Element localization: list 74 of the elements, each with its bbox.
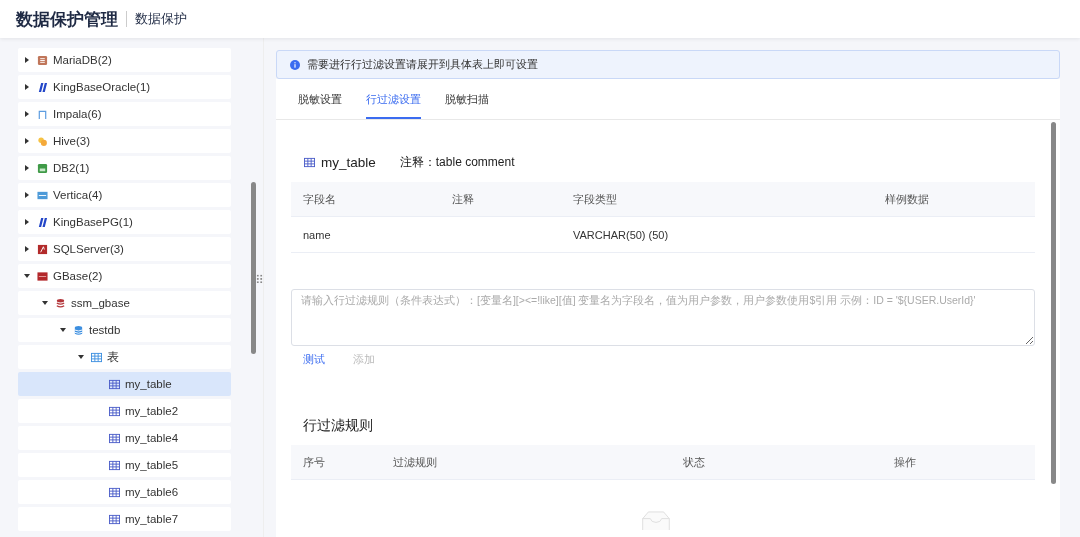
table-comment: 注释：table comment [399, 153, 515, 171]
database-logo-icon [37, 189, 48, 201]
database-icon [73, 324, 84, 336]
database-logo-icon [37, 243, 48, 255]
tree-item[interactable]: Impala(6) [18, 102, 231, 126]
scrollbar[interactable] [1051, 122, 1056, 484]
tree-item[interactable]: my_table6 [18, 480, 231, 504]
tree-item[interactable]: my_table5 [18, 453, 231, 477]
column-header: 状态 [682, 454, 706, 470]
info-icon [290, 59, 300, 70]
database-logo-icon [37, 216, 48, 228]
caret-right-icon[interactable] [25, 219, 29, 225]
table-icon [109, 405, 120, 417]
database-logo-icon [37, 108, 48, 120]
caret-right-icon[interactable] [25, 192, 29, 198]
tree-item[interactable]: GBase(2) [18, 264, 231, 288]
column-header: 操作 [893, 454, 916, 470]
section-title: 行过滤规则 [302, 417, 374, 435]
alert-text: 需要进行行过滤设置请展开到具体表上即可设置 [307, 57, 538, 72]
tab[interactable]: 脱敏扫描 [445, 81, 489, 119]
caret-right-icon[interactable] [25, 84, 29, 90]
tree-item[interactable]: my_table7 [18, 507, 231, 531]
database-logo-icon [37, 54, 48, 66]
database-logo-icon [37, 270, 48, 282]
tree-item[interactable]: testdb [18, 318, 231, 342]
page-title: 数据保护管理 [16, 8, 118, 31]
caret-right-icon[interactable] [25, 138, 29, 144]
tree-item[interactable]: 表 [18, 345, 231, 369]
column-header: 字段名 [302, 191, 337, 207]
rule-input-field[interactable]: 请输入行过滤规则（条件表达式）：[变量名][><=!like][值] 变量名为字段名，值为用户参数，用户参数使用$引用 示例：ID = '${USER.UserId}' [291, 289, 1035, 346]
tree-item[interactable]: SQLServer(3) [18, 237, 231, 261]
table-icon [109, 513, 120, 525]
tree-item[interactable]: ssm_gbase [18, 291, 231, 315]
caret-right-icon[interactable] [25, 57, 29, 63]
breadcrumb: 数据保护 [135, 10, 187, 28]
tree-item[interactable]: DB2(1) [18, 156, 231, 180]
column-header: 过滤规则 [392, 454, 438, 470]
table-icon [304, 156, 315, 168]
tree-item[interactable]: Hive(3) [18, 129, 231, 153]
tree-item[interactable]: KingBaseOracle(1) [18, 75, 231, 99]
table-icon [109, 486, 120, 498]
drag-handle-icon[interactable] [256, 274, 263, 284]
database-logo-icon [37, 81, 48, 93]
tree-item[interactable]: KingBasePG(1) [18, 210, 231, 234]
tree-item[interactable]: MariaDB(2) [18, 48, 231, 72]
table-cell-text: name [302, 228, 332, 241]
scrollbar[interactable] [251, 182, 256, 354]
column-header: 样例数据 [884, 191, 929, 207]
tab[interactable]: 脱敏设置 [298, 81, 342, 119]
tree-item[interactable]: my_table4 [18, 426, 231, 450]
tree-item[interactable]: my_table2 [18, 399, 231, 423]
caret-right-icon[interactable] [25, 111, 29, 117]
column-header: 注释 [451, 191, 475, 207]
table-icon [109, 459, 120, 471]
table-name: my_table [321, 154, 376, 170]
table-icon [109, 432, 120, 444]
caret-down-icon[interactable] [78, 355, 84, 359]
column-header: 序号 [302, 454, 326, 470]
tab[interactable]: 行过滤设置 [366, 81, 421, 119]
caret-down-icon[interactable] [60, 328, 66, 332]
tree-item[interactable]: my_table [18, 372, 231, 396]
server-icon [55, 297, 66, 309]
caret-down-icon[interactable] [42, 301, 48, 305]
table-icon [91, 351, 102, 363]
caret-down-icon[interactable] [24, 274, 30, 278]
database-logo-icon [37, 135, 48, 147]
table-icon [109, 378, 120, 390]
tree-item[interactable]: Vertica(4) [18, 183, 231, 207]
caret-right-icon[interactable] [25, 246, 29, 252]
database-logo-icon [37, 162, 48, 174]
caret-right-icon[interactable] [25, 165, 29, 171]
column-header: 字段类型 [572, 191, 618, 207]
action-link[interactable]: 测试 [303, 352, 325, 367]
table-cell-text: VARCHAR(50) (50) [572, 228, 670, 241]
